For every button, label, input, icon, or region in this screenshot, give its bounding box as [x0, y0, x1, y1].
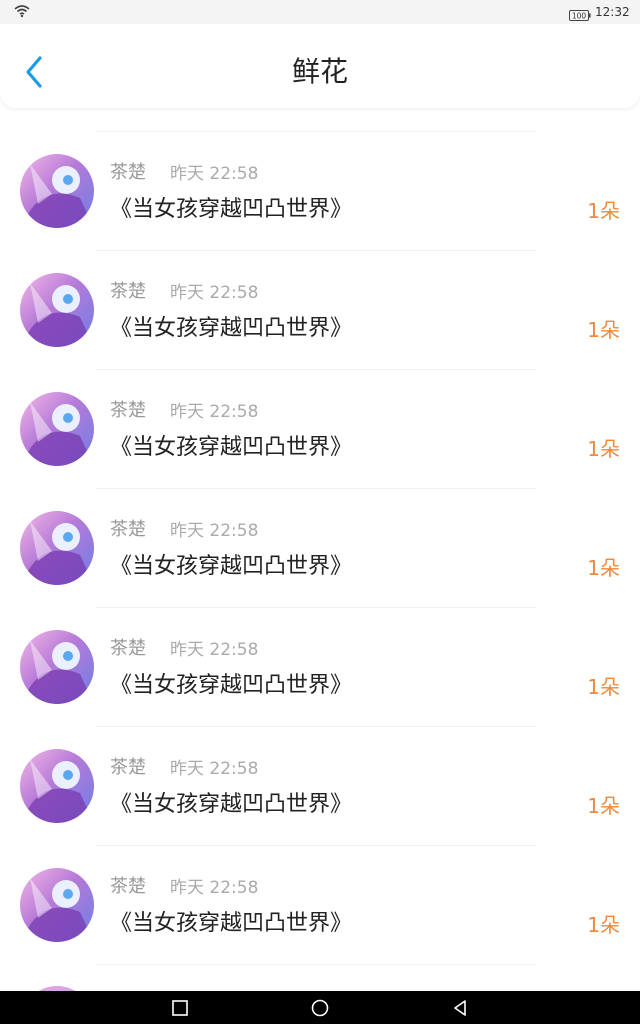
status-bar: 100 12:32: [0, 0, 640, 24]
wifi-icon: [14, 5, 30, 18]
book-title[interactable]: 《当女孩穿越凹凸世界》: [110, 552, 352, 582]
avatar[interactable]: [20, 630, 94, 704]
post-time: 昨天 22:58: [170, 521, 259, 541]
square-icon[interactable]: [170, 998, 190, 1018]
list-item[interactable]: 茶楚 昨天 22:58 《当女孩穿越凹凸世界》 1朵: [0, 132, 640, 251]
user-name[interactable]: 茶楚: [110, 518, 146, 542]
post-time: 昨天 22:58: [170, 878, 259, 898]
list-item[interactable]: 茶楚 昨天 22:58 《当女孩穿越凹凸世界》 1朵: [0, 608, 640, 727]
book-title[interactable]: 《当女孩穿越凹凸世界》: [110, 790, 352, 820]
status-time: 12:32: [595, 5, 630, 19]
user-name[interactable]: 茶楚: [110, 637, 146, 661]
user-name[interactable]: 茶楚: [110, 280, 146, 304]
circle-icon[interactable]: [310, 998, 330, 1018]
book-title[interactable]: 《当女孩穿越凹凸世界》: [110, 671, 352, 701]
post-time: 昨天 22:58: [170, 759, 259, 779]
list-item[interactable]: 茶楚 昨天 22:58 《当女孩穿越凹凸世界》 1朵: [0, 370, 640, 489]
user-name[interactable]: 茶楚: [110, 399, 146, 423]
post-time: 昨天 22:58: [170, 640, 259, 660]
avatar[interactable]: [20, 511, 94, 585]
system-nav-bar: [0, 991, 640, 1024]
screen: 100 12:32 鲜花 茶楚 昨天 22:58 《当女孩穿越凹凸世界》 1朵 …: [0, 0, 640, 1024]
list-item[interactable]: 茶楚 昨天 22:58 《当女孩穿越凹凸世界》 1朵: [0, 846, 640, 965]
avatar[interactable]: [20, 868, 94, 942]
list-item[interactable]: 茶楚 昨天 22:58 《当女孩穿越凹凸世界》 1朵: [0, 489, 640, 608]
user-name[interactable]: 茶楚: [110, 875, 146, 899]
avatar[interactable]: [20, 154, 94, 228]
header-bar: 鲜花: [0, 24, 640, 108]
user-name[interactable]: 茶楚: [110, 161, 146, 185]
book-title[interactable]: 《当女孩穿越凹凸世界》: [110, 433, 352, 463]
book-title[interactable]: 《当女孩穿越凹凸世界》: [110, 314, 352, 344]
post-time: 昨天 22:58: [170, 283, 259, 303]
post-time: 昨天 22:58: [170, 402, 259, 422]
book-title[interactable]: 《当女孩穿越凹凸世界》: [110, 909, 352, 939]
list-divider: [96, 964, 536, 965]
flower-count: 1朵: [587, 675, 620, 699]
avatar[interactable]: [20, 273, 94, 347]
flower-count: 1朵: [587, 794, 620, 818]
triangle-back-icon[interactable]: [450, 998, 470, 1018]
flower-count: 1朵: [587, 913, 620, 937]
flower-count: 1朵: [587, 556, 620, 580]
post-time: 昨天 22:58: [170, 164, 259, 184]
book-title[interactable]: 《当女孩穿越凹凸世界》: [110, 195, 352, 225]
user-name[interactable]: 茶楚: [110, 756, 146, 780]
flower-count: 1朵: [587, 318, 620, 342]
flower-count: 1朵: [587, 199, 620, 223]
svg-text:100: 100: [572, 12, 587, 21]
flower-count: 1朵: [587, 437, 620, 461]
battery-icon: 100: [569, 6, 591, 21]
page-title: 鲜花: [291, 55, 348, 88]
list-item[interactable]: 茶楚 昨天 22:58 《当女孩穿越凹凸世界》 1朵: [0, 251, 640, 370]
avatar[interactable]: [20, 392, 94, 466]
avatar[interactable]: [20, 749, 94, 823]
list-item[interactable]: 茶楚 昨天 22:58 《当女孩穿越凹凸世界》 1朵: [0, 727, 640, 846]
